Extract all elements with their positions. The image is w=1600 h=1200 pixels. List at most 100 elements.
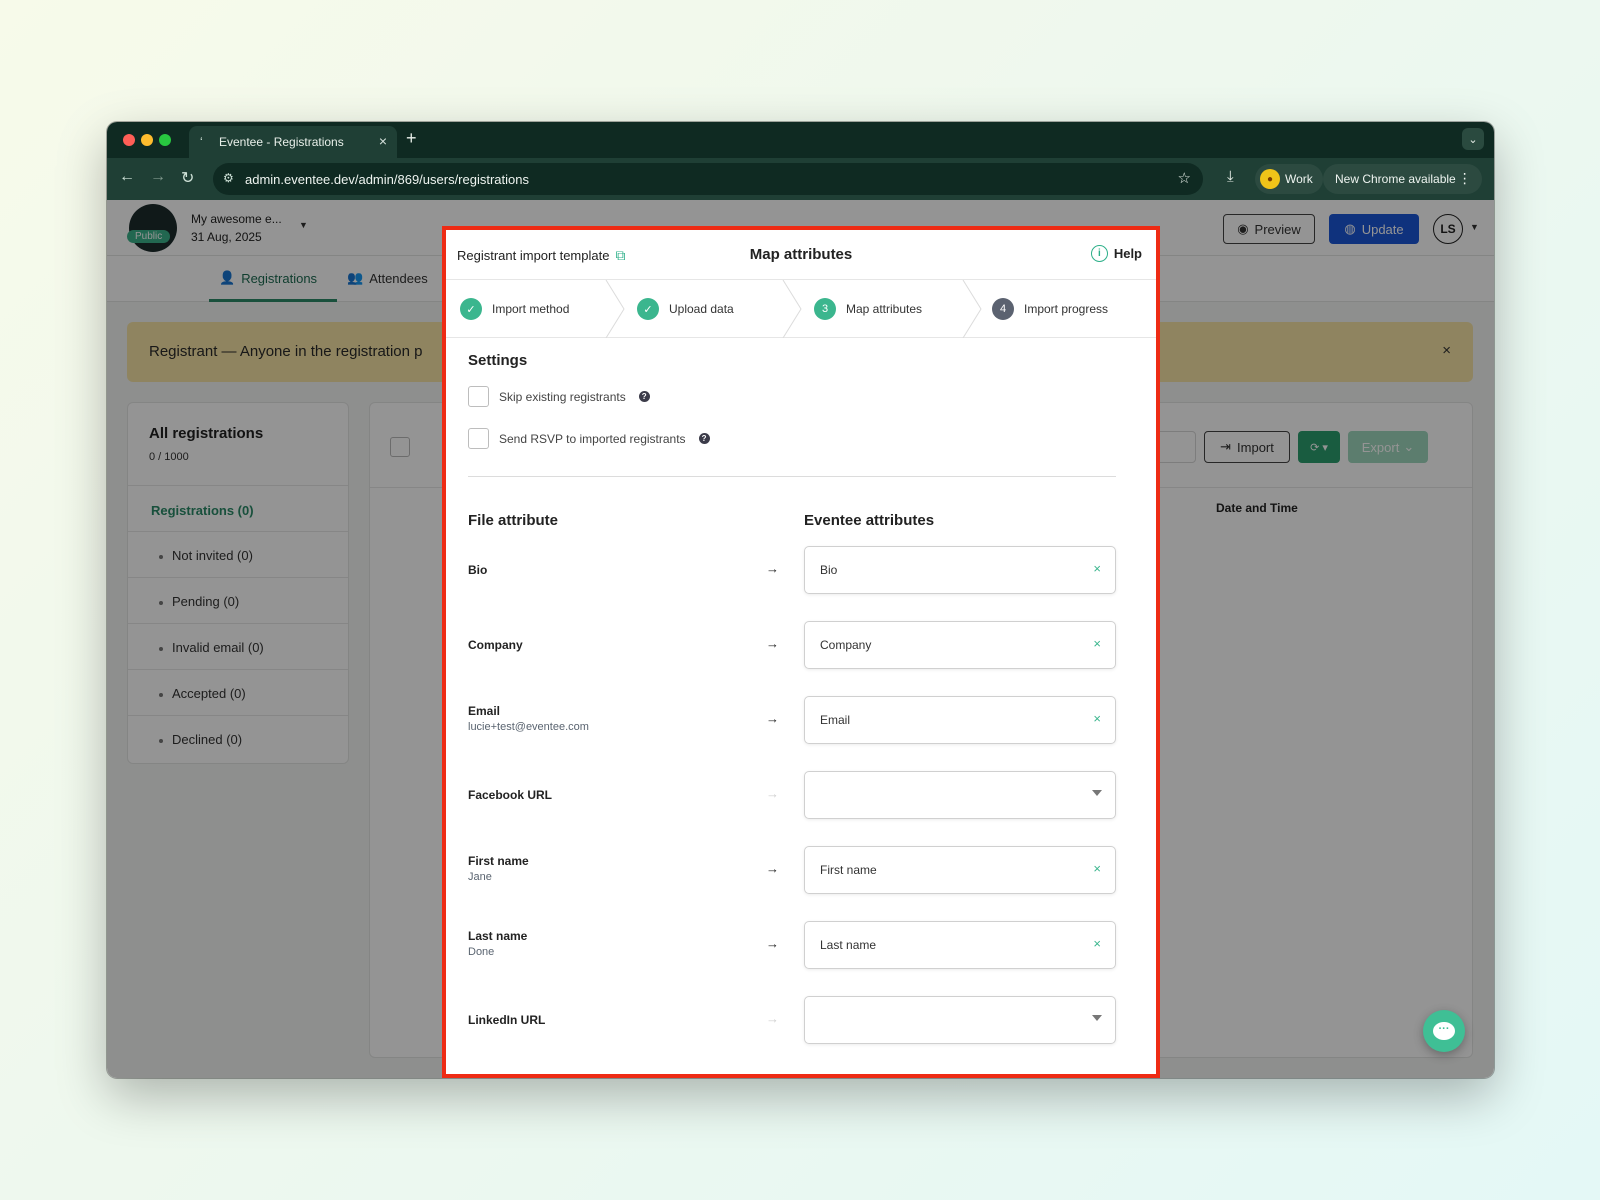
check-icon: ✓ xyxy=(460,298,482,320)
step-map-attributes[interactable]: 3 Map attributes xyxy=(814,280,922,338)
arrow-right-icon: → xyxy=(766,561,779,576)
url-text: admin.eventee.dev/admin/869/users/regist… xyxy=(245,171,529,187)
selected-attribute: Email xyxy=(820,713,851,727)
help-tooltip-icon[interactable]: ? xyxy=(638,391,650,402)
reload-icon[interactable]: ↻ xyxy=(181,168,194,188)
mapping-row-bio: Bio → Bio × xyxy=(446,546,1156,594)
mapping-row-first-name: First name Jane → First name × xyxy=(446,846,1156,894)
close-tab-icon[interactable]: × xyxy=(379,133,387,149)
clear-icon[interactable]: × xyxy=(1093,561,1101,576)
map-attributes-modal: Registrant import template ⧉ Map attribu… xyxy=(442,226,1160,1078)
eventee-attribute-select[interactable]: Bio × xyxy=(804,546,1116,594)
step-label: Import progress xyxy=(1024,302,1109,316)
help-button[interactable]: i Help xyxy=(1090,245,1142,262)
download-icon[interactable]: ⤓ xyxy=(1227,168,1234,185)
send-rsvp-setting[interactable]: Send RSVP to imported registrants ? xyxy=(468,428,710,449)
bookmark-star-icon[interactable]: ☆ xyxy=(1178,169,1191,187)
file-attribute-name: Company xyxy=(468,638,523,652)
file-attribute-name: LinkedIn URL xyxy=(468,1013,546,1027)
step-number-badge: 4 xyxy=(992,298,1014,320)
info-icon: i xyxy=(1090,245,1108,262)
help-tooltip-icon[interactable]: ? xyxy=(698,433,710,444)
modal-title: Map attributes xyxy=(749,246,853,263)
file-attribute-name: Last name xyxy=(468,929,528,943)
file-attribute-header: File attribute xyxy=(468,512,559,529)
maximize-window-button[interactable] xyxy=(159,134,171,146)
selected-attribute: Last name xyxy=(820,938,877,952)
caret-down-icon xyxy=(1092,1015,1102,1021)
arrow-right-icon: → xyxy=(766,1011,779,1026)
profile-button[interactable]: ● Work xyxy=(1255,164,1323,194)
browser-tab[interactable]: ʻ Eventee - Registrations × xyxy=(189,126,397,158)
address-bar[interactable]: ⚙ admin.eventee.dev/admin/869/users/regi… xyxy=(213,163,1203,195)
eventee-attributes-header: Eventee attributes xyxy=(804,512,935,529)
mapping-row-facebook-url: Facebook URL → xyxy=(446,771,1156,819)
tab-strip: ʻ Eventee - Registrations × + ⌄ xyxy=(107,122,1494,158)
eventee-attribute-select[interactable]: First name × xyxy=(804,846,1116,894)
file-attribute-name: Facebook URL xyxy=(468,788,553,802)
file-attribute-sample: Done xyxy=(468,946,495,958)
modal-header: Registrant import template ⧉ Map attribu… xyxy=(446,230,1156,280)
step-label: Import method xyxy=(492,302,570,316)
eventee-attribute-select[interactable] xyxy=(804,771,1116,819)
forward-icon[interactable]: → xyxy=(150,168,166,186)
check-icon: ✓ xyxy=(637,298,659,320)
eventee-attribute-select[interactable]: Last name × xyxy=(804,921,1116,969)
chrome-update-label: New Chrome available xyxy=(1335,172,1456,186)
step-import-progress[interactable]: 4 Import progress xyxy=(992,280,1108,338)
skip-existing-checkbox[interactable] xyxy=(468,386,489,407)
arrow-right-icon: → xyxy=(766,786,779,801)
tab-search-chevron-icon[interactable]: ⌄ xyxy=(1462,128,1484,150)
send-rsvp-checkbox[interactable] xyxy=(468,428,489,449)
chat-icon: ··· xyxy=(1433,1022,1455,1040)
browser-toolbar: ← → ↻ ⚙ admin.eventee.dev/admin/869/user… xyxy=(107,158,1494,200)
file-attribute-name: Bio xyxy=(468,563,488,577)
skip-existing-label: Skip existing registrants xyxy=(499,389,626,404)
file-attribute-sample: lucie+test@eventee.com xyxy=(468,721,589,733)
chat-button[interactable]: ··· xyxy=(1423,1010,1465,1052)
back-icon[interactable]: ← xyxy=(119,168,135,186)
mapping-row-last-name: Last name Done → Last name × xyxy=(446,921,1156,969)
arrow-right-icon: → xyxy=(766,711,779,726)
selected-attribute: First name xyxy=(820,863,877,877)
clear-icon[interactable]: × xyxy=(1093,636,1101,651)
chrome-menu-icon[interactable]: ⋮ xyxy=(1458,170,1472,187)
step-import-method[interactable]: ✓ Import method xyxy=(460,280,569,338)
profile-avatar-icon: ● xyxy=(1260,169,1280,189)
file-attribute-name: First name xyxy=(468,854,529,868)
skip-existing-setting[interactable]: Skip existing registrants ? xyxy=(468,386,650,407)
selected-attribute: Company xyxy=(820,638,872,652)
eventee-favicon-icon: ʻ xyxy=(200,135,203,149)
import-stepper: ✓ Import method ✓ Upload data 3 Map attr… xyxy=(446,280,1156,338)
step-separator-icon xyxy=(605,280,625,338)
caret-down-icon xyxy=(1092,790,1102,796)
eventee-attribute-select[interactable]: Email × xyxy=(804,696,1116,744)
site-settings-icon[interactable]: ⚙ xyxy=(223,171,234,185)
file-attribute-name: Email xyxy=(468,704,501,718)
step-separator-icon xyxy=(962,280,982,338)
close-window-button[interactable] xyxy=(123,134,135,146)
mapping-row-email: Email lucie+test@eventee.com → Email × xyxy=(446,696,1156,744)
arrow-right-icon: → xyxy=(766,636,779,651)
chrome-update-button[interactable]: New Chrome available ⋮ xyxy=(1323,164,1482,194)
step-separator-icon xyxy=(782,280,802,338)
arrow-right-icon: → xyxy=(766,861,779,876)
step-label: Upload data xyxy=(669,302,734,316)
new-tab-icon[interactable]: + xyxy=(406,128,417,149)
eventee-attribute-select[interactable]: Company × xyxy=(804,621,1116,669)
step-label: Map attributes xyxy=(846,302,923,316)
arrow-right-icon: → xyxy=(766,936,779,951)
clear-icon[interactable]: × xyxy=(1093,711,1101,726)
clear-icon[interactable]: × xyxy=(1093,936,1101,951)
step-number-badge: 3 xyxy=(814,298,836,320)
mapping-row-company: Company → Company × xyxy=(446,621,1156,669)
send-rsvp-label: Send RSVP to imported registrants xyxy=(499,431,686,446)
minimize-window-button[interactable] xyxy=(141,134,153,146)
eventee-attribute-select[interactable] xyxy=(804,996,1116,1044)
selected-attribute: Bio xyxy=(820,563,838,577)
step-upload-data[interactable]: ✓ Upload data xyxy=(637,280,734,338)
profile-label: Work xyxy=(1285,172,1313,186)
mapping-row-linkedin-url: LinkedIn URL → xyxy=(446,996,1156,1044)
clear-icon[interactable]: × xyxy=(1093,861,1101,876)
help-label: Help xyxy=(1113,246,1142,261)
